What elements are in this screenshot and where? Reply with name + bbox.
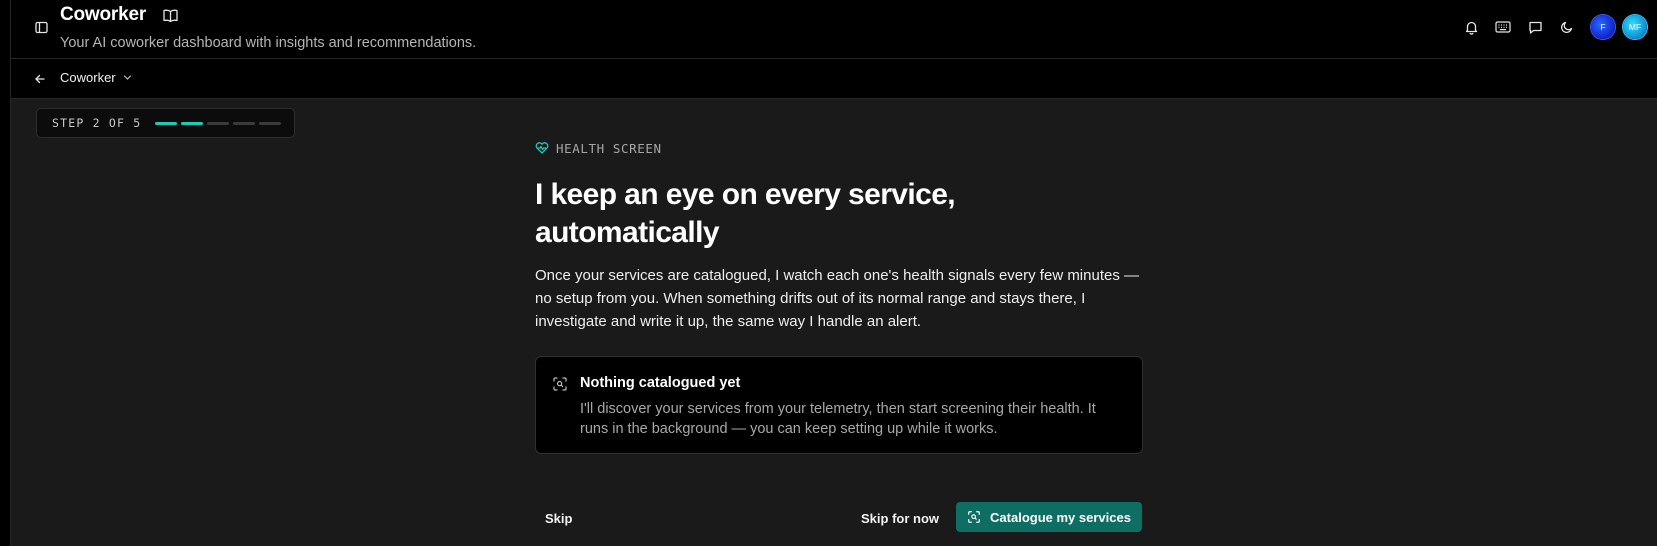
skip-button[interactable]: Skip [535,504,582,532]
user-avatar[interactable]: MF [1623,15,1647,39]
page-title: Coworker [60,4,147,25]
bell-icon[interactable] [1455,14,1487,40]
avatar-initials: MF [1628,22,1642,32]
arrow-left-icon[interactable] [33,72,47,86]
step-dot [233,121,256,125]
app-root: Coworker Your AI coworker dashboard with… [0,0,1657,546]
breadcrumb-label: Coworker [60,70,116,85]
keyboard-icon[interactable] [1487,14,1519,40]
page-subtitle: Your AI coworker dashboard with insights… [60,35,477,51]
avatar[interactable]: F [1591,15,1615,39]
scan-icon [968,511,980,523]
avatar-initials: F [1600,22,1606,32]
step-indicator: STEP 2 OF 5 [36,108,295,138]
moon-icon[interactable] [1551,14,1583,40]
chevron-down-icon [123,75,131,80]
skip-for-now-button[interactable]: Skip for now [853,504,947,532]
breadcrumb-dropdown[interactable]: Coworker [60,70,132,85]
message-square-icon[interactable] [1519,14,1551,40]
section-label: HEALTH SCREEN [556,140,662,156]
left-rail [0,0,11,546]
scan-icon [553,377,567,391]
step-dot [181,121,204,125]
step-dot [259,121,282,125]
empty-state-card: Nothing catalogued yet I'll discover you… [535,356,1143,454]
card-description: I'll discover your services from your te… [580,401,1096,437]
step-progress [155,121,285,125]
section-eyebrow: HEALTH SCREEN [535,140,1143,156]
primary-button-label: Catalogue my services [990,509,1131,525]
step-label: STEP 2 OF 5 [52,116,142,130]
top-icon-bar: F MF [1455,14,1647,40]
onboarding-headline: I keep an eye on every service, automati… [535,178,956,249]
breadcrumb-bar: Coworker [11,59,1657,99]
onboarding-description: Once your services are catalogued, I wat… [535,267,1140,330]
step-dot [155,121,178,125]
onboarding-content: HEALTH SCREEN I keep an eye on every ser… [535,140,1143,454]
top-header: Coworker Your AI coworker dashboard with… [11,0,1657,59]
catalogue-services-button[interactable]: Catalogue my services [956,502,1142,532]
book-open-icon[interactable] [162,7,179,24]
card-title: Nothing catalogued yet [580,375,741,391]
step-dot [207,121,230,125]
heart-pulse-icon [535,142,549,154]
sidebar-toggle-icon[interactable] [32,18,50,36]
